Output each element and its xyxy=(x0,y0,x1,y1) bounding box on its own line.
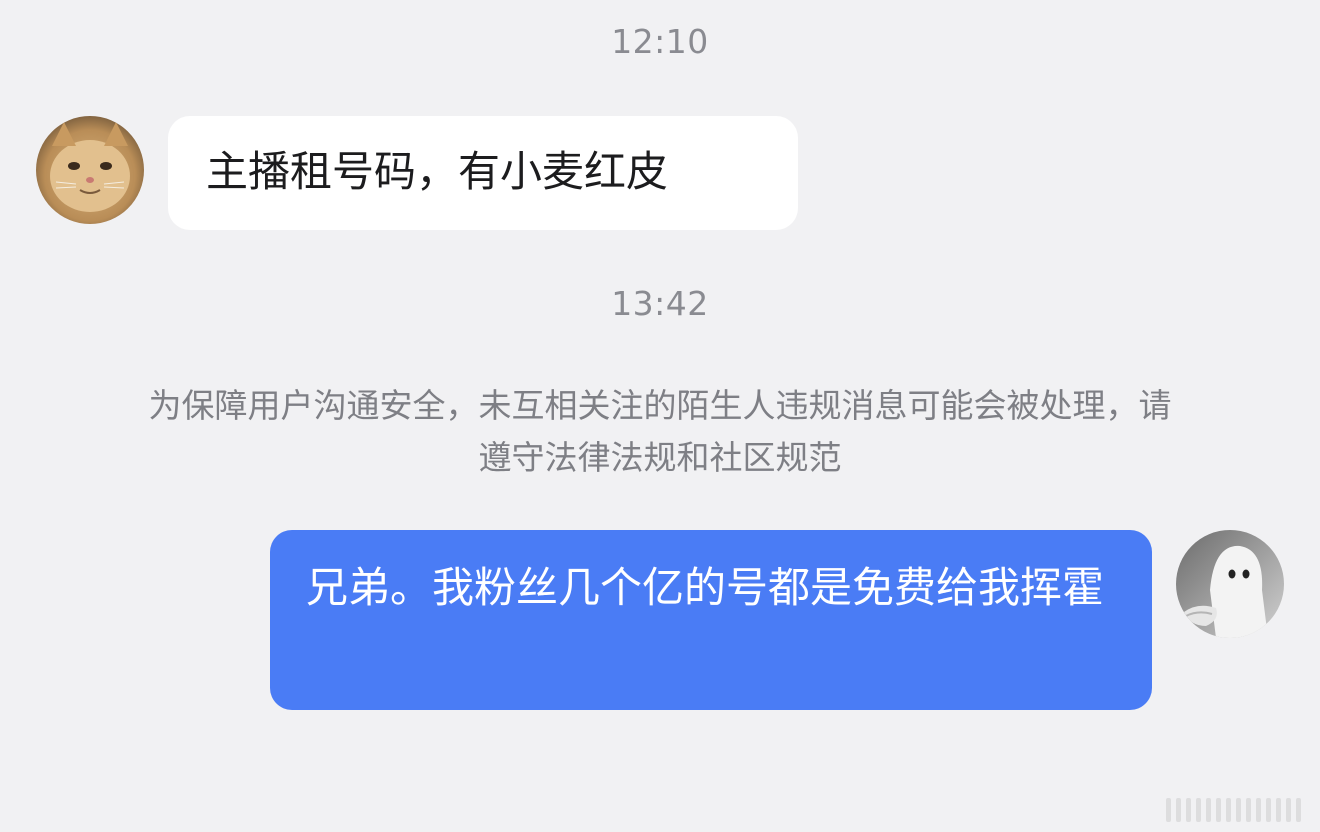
timestamp-2: 13:42 xyxy=(611,284,709,323)
timestamp-1: 12:10 xyxy=(611,22,709,61)
system-notice: 为保障用户沟通安全，未互相关注的陌生人违规消息可能会被处理，请遵守法律法规和社区… xyxy=(148,386,1172,477)
incoming-message-bubble[interactable]: 主播租号码，有小麦红皮 xyxy=(168,116,798,230)
cat-avatar[interactable] xyxy=(36,116,144,224)
outgoing-message-bubble[interactable]: 兄弟。我粉丝几个亿的号都是免费给我挥霍 xyxy=(270,530,1152,710)
watermark xyxy=(1166,795,1306,825)
ghost-avatar[interactable] xyxy=(1176,530,1284,638)
